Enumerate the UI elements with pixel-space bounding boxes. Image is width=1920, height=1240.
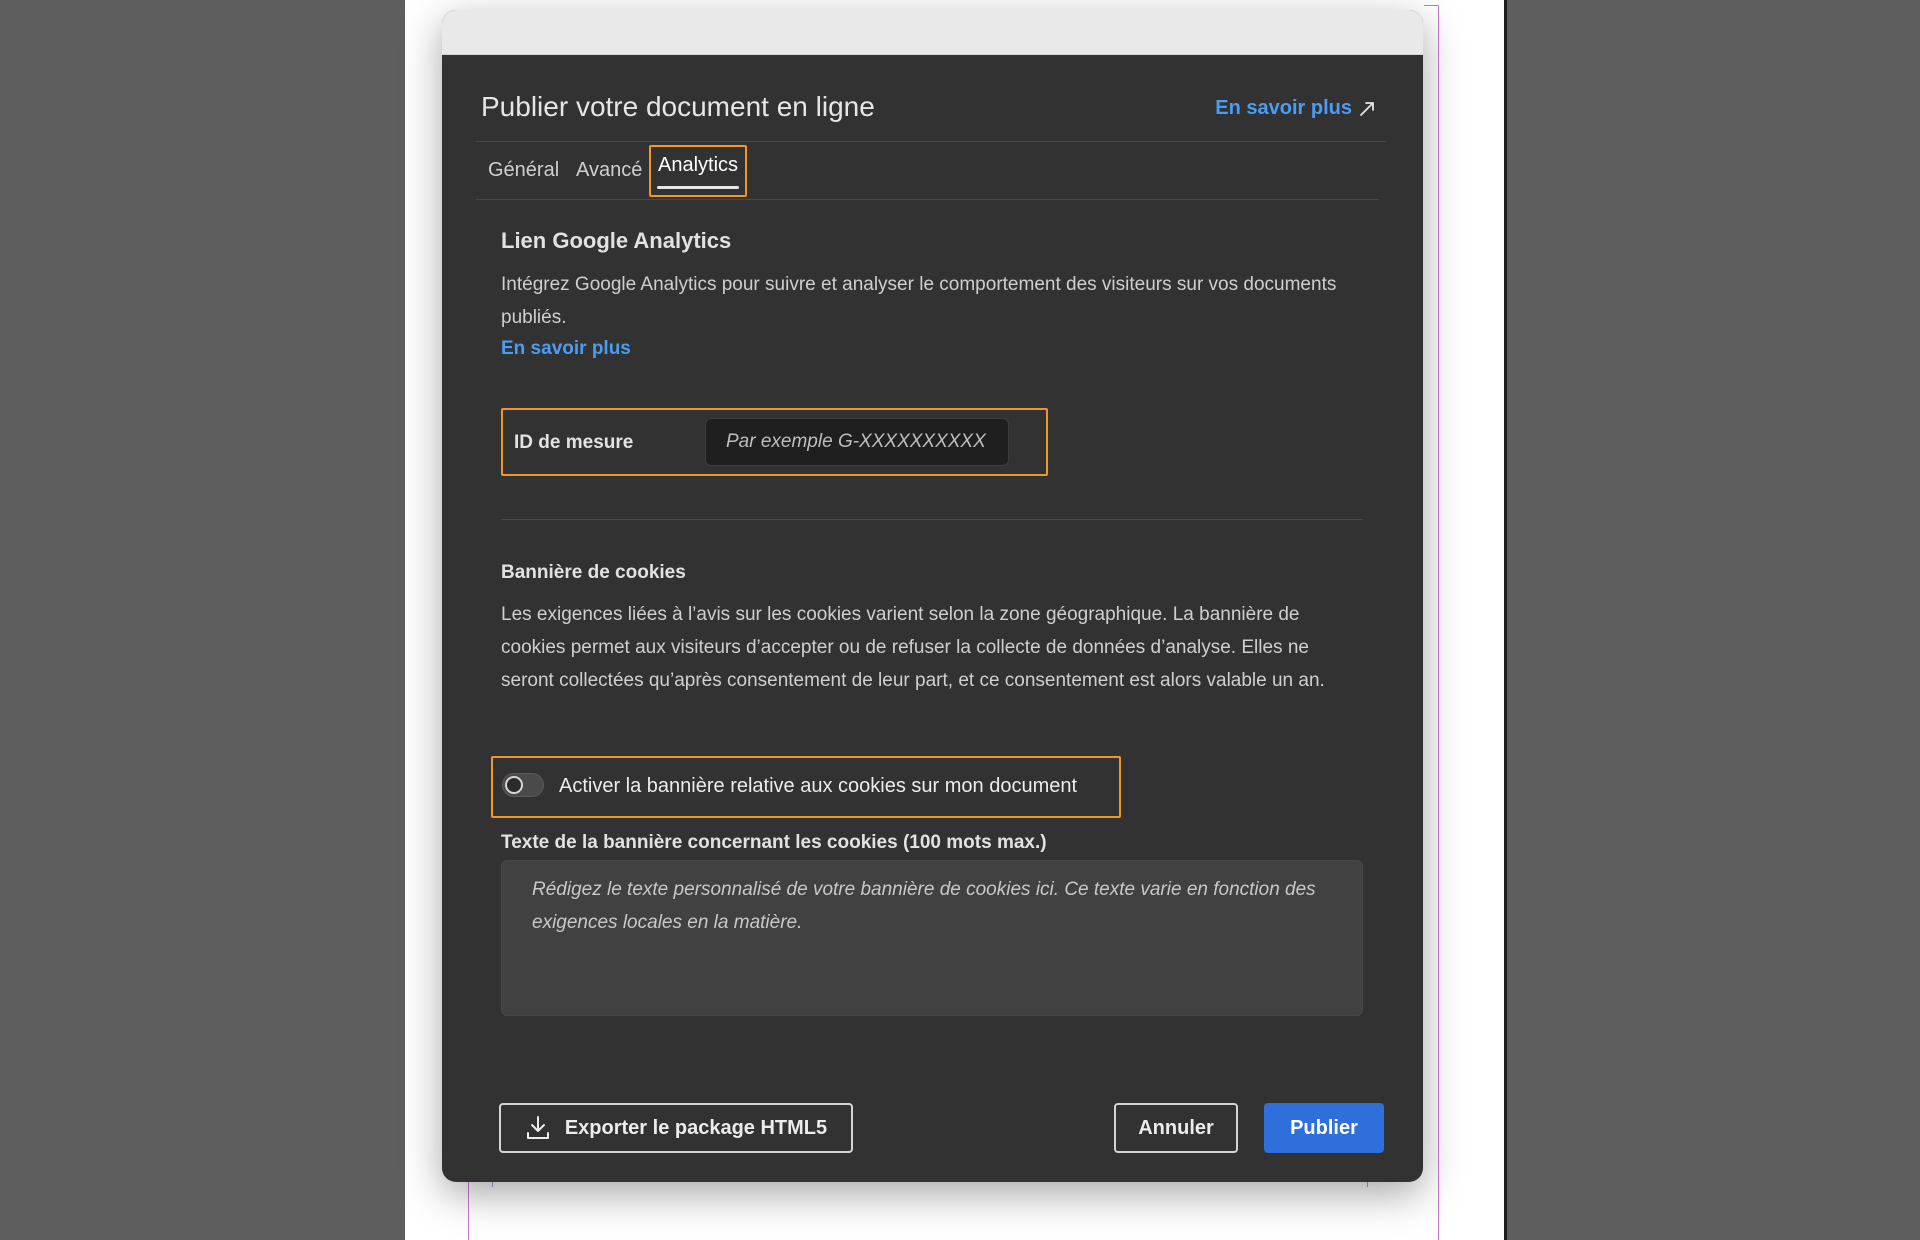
document-page-edge xyxy=(1504,0,1507,1240)
tab-general[interactable]: Général xyxy=(488,142,559,198)
external-link-icon xyxy=(1360,101,1374,116)
cookie-banner-toggle-row[interactable]: Activer la bannière relative aux cookies… xyxy=(491,756,1121,818)
cookie-banner-toggle-label: Activer la bannière relative aux cookies… xyxy=(559,775,1078,797)
cookie-banner-text-input[interactable] xyxy=(501,860,1363,1016)
export-html5-button-label: Exporter le package HTML5 xyxy=(564,1116,828,1139)
export-html5-button[interactable]: Exporter le package HTML5 xyxy=(499,1103,853,1153)
toggle-knob xyxy=(505,776,523,794)
publish-button[interactable]: Publier xyxy=(1264,1103,1384,1153)
tab-bar: Général Avancé Analytics xyxy=(476,142,1379,200)
analytics-description: Intégrez Google Analytics pour suivre et… xyxy=(501,274,1337,328)
analytics-heading: Lien Google Analytics xyxy=(501,228,732,253)
dialog-titlebar[interactable] xyxy=(442,10,1423,55)
tab-analytics[interactable]: Analytics xyxy=(649,145,747,197)
section-divider xyxy=(501,519,1363,520)
analytics-learn-more-link[interactable]: En savoir plus xyxy=(501,338,1363,360)
measure-id-field-group: ID de mesure xyxy=(501,408,1048,476)
tab-advanced[interactable]: Avancé xyxy=(576,142,642,198)
active-tab-indicator xyxy=(657,186,739,189)
download-icon xyxy=(526,1116,549,1139)
margin-guide xyxy=(1424,5,1439,6)
cookie-banner-heading: Bannière de cookies xyxy=(501,562,686,583)
margin-guide xyxy=(468,1180,469,1240)
learn-more-link-label: En savoir plus xyxy=(1215,97,1352,119)
measure-id-label: ID de mesure xyxy=(514,432,634,453)
cookie-banner-toggle[interactable] xyxy=(502,773,544,797)
learn-more-link[interactable]: En savoir plus xyxy=(1215,97,1376,120)
publish-online-dialog: Publier votre document en ligne En savoi… xyxy=(442,10,1423,1182)
dialog-header: Publier votre document en ligne En savoi… xyxy=(476,55,1386,142)
tab-analytics-label: Analytics xyxy=(657,154,739,176)
measure-id-input[interactable] xyxy=(705,418,1009,466)
margin-guide xyxy=(1438,5,1439,1240)
cancel-button[interactable]: Annuler xyxy=(1114,1103,1238,1153)
dialog-title: Publier votre document en ligne xyxy=(481,91,875,122)
cookie-banner-description: Les exigences liées à l’avis sur les coo… xyxy=(501,604,1325,691)
cookie-banner-text-label: Texte de la bannière concernant les cook… xyxy=(501,832,1047,853)
